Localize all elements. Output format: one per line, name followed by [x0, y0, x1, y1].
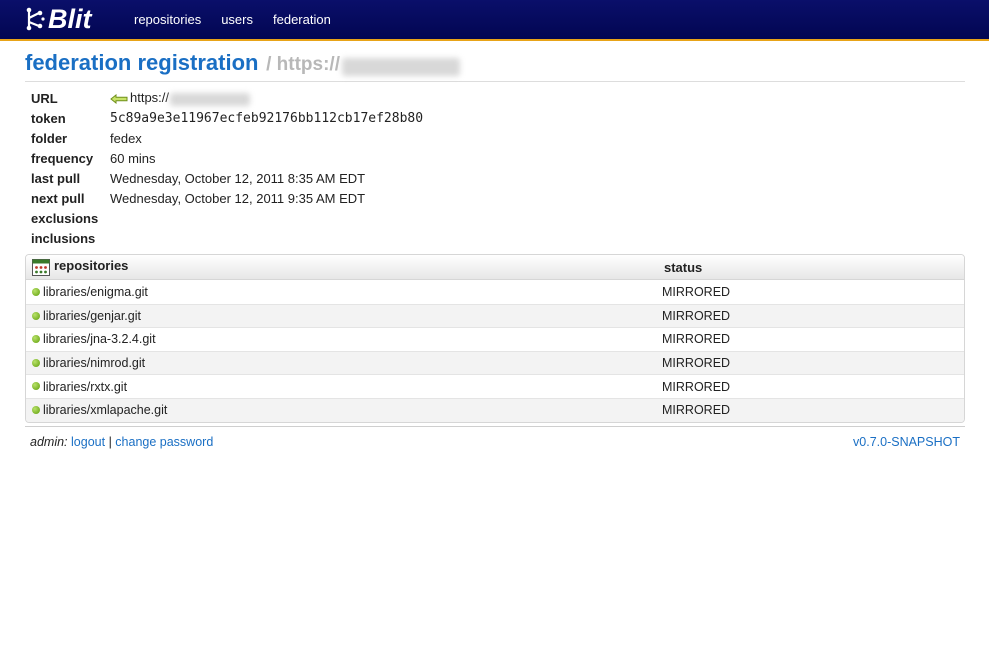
repo-link[interactable]: libraries/nimrod.git — [43, 356, 145, 370]
logout-link[interactable]: logout — [71, 435, 105, 449]
property-row-last-pull: last pull Wednesday, October 12, 2011 8:… — [31, 168, 423, 188]
arrow-left-icon — [110, 94, 128, 105]
repo-link[interactable]: libraries/genjar.git — [43, 309, 141, 323]
table-grid-icon — [32, 258, 50, 276]
green-dot-icon — [32, 287, 40, 296]
app-name: Blit — [48, 3, 92, 34]
nav-repositories[interactable]: repositories — [134, 12, 201, 27]
repo-status: MIRRORED — [656, 303, 964, 328]
table-row: libraries/jna-3.2.4.git MIRRORED — [26, 327, 964, 351]
redacted-url-value — [170, 92, 251, 106]
green-dot-icon — [32, 335, 40, 344]
green-dot-icon — [32, 405, 40, 414]
property-label: next pull — [31, 190, 85, 206]
property-row-inclusions: inclusions — [31, 228, 423, 248]
repo-status: MIRRORED — [656, 350, 964, 375]
repo-link[interactable]: libraries/enigma.git — [43, 285, 148, 299]
top-navbar: Blit repositories users federation — [0, 0, 989, 41]
nav-users[interactable]: users — [221, 12, 253, 27]
main-nav: repositories users federation — [134, 12, 351, 27]
table-row: libraries/genjar.git MIRRORED — [26, 303, 964, 328]
property-value-exclusions — [110, 208, 423, 228]
redacted-url — [342, 57, 460, 76]
property-value-url: https:// — [110, 88, 423, 108]
property-value-token: 5c89a9e3e11967ecfeb92176bb112cb17ef28b80 — [110, 110, 424, 126]
table-header: repositories status — [26, 255, 964, 280]
version-link[interactable]: v0.7.0-SNAPSHOT — [853, 435, 960, 449]
property-row-frequency: frequency 60 mins — [31, 148, 423, 168]
green-dot-icon — [32, 382, 40, 391]
page-header: federation registration / https:// — [25, 50, 965, 82]
property-label: exclusions — [31, 210, 99, 226]
nav-federation[interactable]: federation — [273, 12, 331, 27]
property-label: last pull — [31, 170, 81, 186]
table-row: libraries/enigma.git MIRRORED — [26, 280, 964, 304]
repo-status: MIRRORED — [656, 397, 964, 422]
green-dot-icon — [32, 358, 40, 367]
repo-status: MIRRORED — [662, 284, 731, 299]
green-dot-icon — [32, 311, 40, 320]
property-value-next-pull: Wednesday, October 12, 2011 9:35 AM EDT — [110, 190, 366, 206]
property-value-folder: fedex — [110, 130, 142, 146]
change-password-link[interactable]: change password — [115, 435, 213, 449]
page-subtitle: / https:// — [266, 54, 340, 75]
table-row: libraries/rxtx.git MIRRORED — [26, 374, 964, 398]
app-logo[interactable]: Blit — [25, 4, 92, 34]
current-user-label: admin: — [30, 435, 68, 449]
repo-name-cell: libraries/genjar.git — [26, 303, 656, 328]
repo-name-cell: libraries/jna-3.2.4.git — [26, 327, 656, 351]
property-label: URL — [31, 90, 58, 106]
property-label: frequency — [31, 150, 94, 166]
property-row-token: token 5c89a9e3e11967ecfeb92176bb112cb17e… — [31, 108, 423, 128]
repositories-table: repositories status libraries/enigma.git… — [25, 254, 965, 423]
url-text: https:// — [130, 90, 170, 106]
column-header-status: status — [656, 255, 964, 280]
column-header-repositories: repositories — [26, 255, 656, 280]
repo-name-cell: libraries/xmlapache.git — [26, 397, 656, 422]
registration-properties: URL https:// token 5c89a9e3e11967ecfeb92… — [31, 88, 423, 248]
git-branch-logo-icon — [26, 7, 45, 31]
property-row-url: URL https:// — [31, 88, 423, 108]
repo-status: MIRRORED — [656, 374, 964, 398]
property-label: inclusions — [31, 230, 96, 246]
property-value-frequency: 60 mins — [110, 150, 156, 166]
property-label: token — [31, 110, 66, 126]
repo-link[interactable]: libraries/xmlapache.git — [43, 403, 167, 417]
property-row-folder: folder fedex — [31, 128, 423, 148]
property-row-next-pull: next pull Wednesday, October 12, 2011 9:… — [31, 188, 423, 208]
column-label: repositories — [54, 258, 129, 274]
repo-link[interactable]: libraries/jna-3.2.4.git — [43, 332, 156, 346]
repo-name-cell: libraries/enigma.git — [26, 280, 656, 304]
page-title: federation registration — [25, 50, 259, 75]
table-row: libraries/xmlapache.git MIRRORED — [26, 397, 964, 422]
property-value-last-pull: Wednesday, October 12, 2011 8:35 AM EDT — [110, 170, 366, 186]
property-row-exclusions: exclusions — [31, 208, 423, 228]
repo-link[interactable]: libraries/rxtx.git — [43, 380, 127, 394]
repo-name-cell: libraries/rxtx.git — [26, 374, 656, 398]
property-label: folder — [31, 130, 68, 146]
property-value-inclusions — [110, 228, 423, 248]
table-row: libraries/nimrod.git MIRRORED — [26, 350, 964, 375]
page-footer: admin: logout | change password v0.7.0-S… — [25, 426, 965, 450]
footer-separator: | — [108, 435, 112, 449]
repo-name-cell: libraries/nimrod.git — [26, 350, 656, 375]
repo-status: MIRRORED — [656, 327, 964, 351]
